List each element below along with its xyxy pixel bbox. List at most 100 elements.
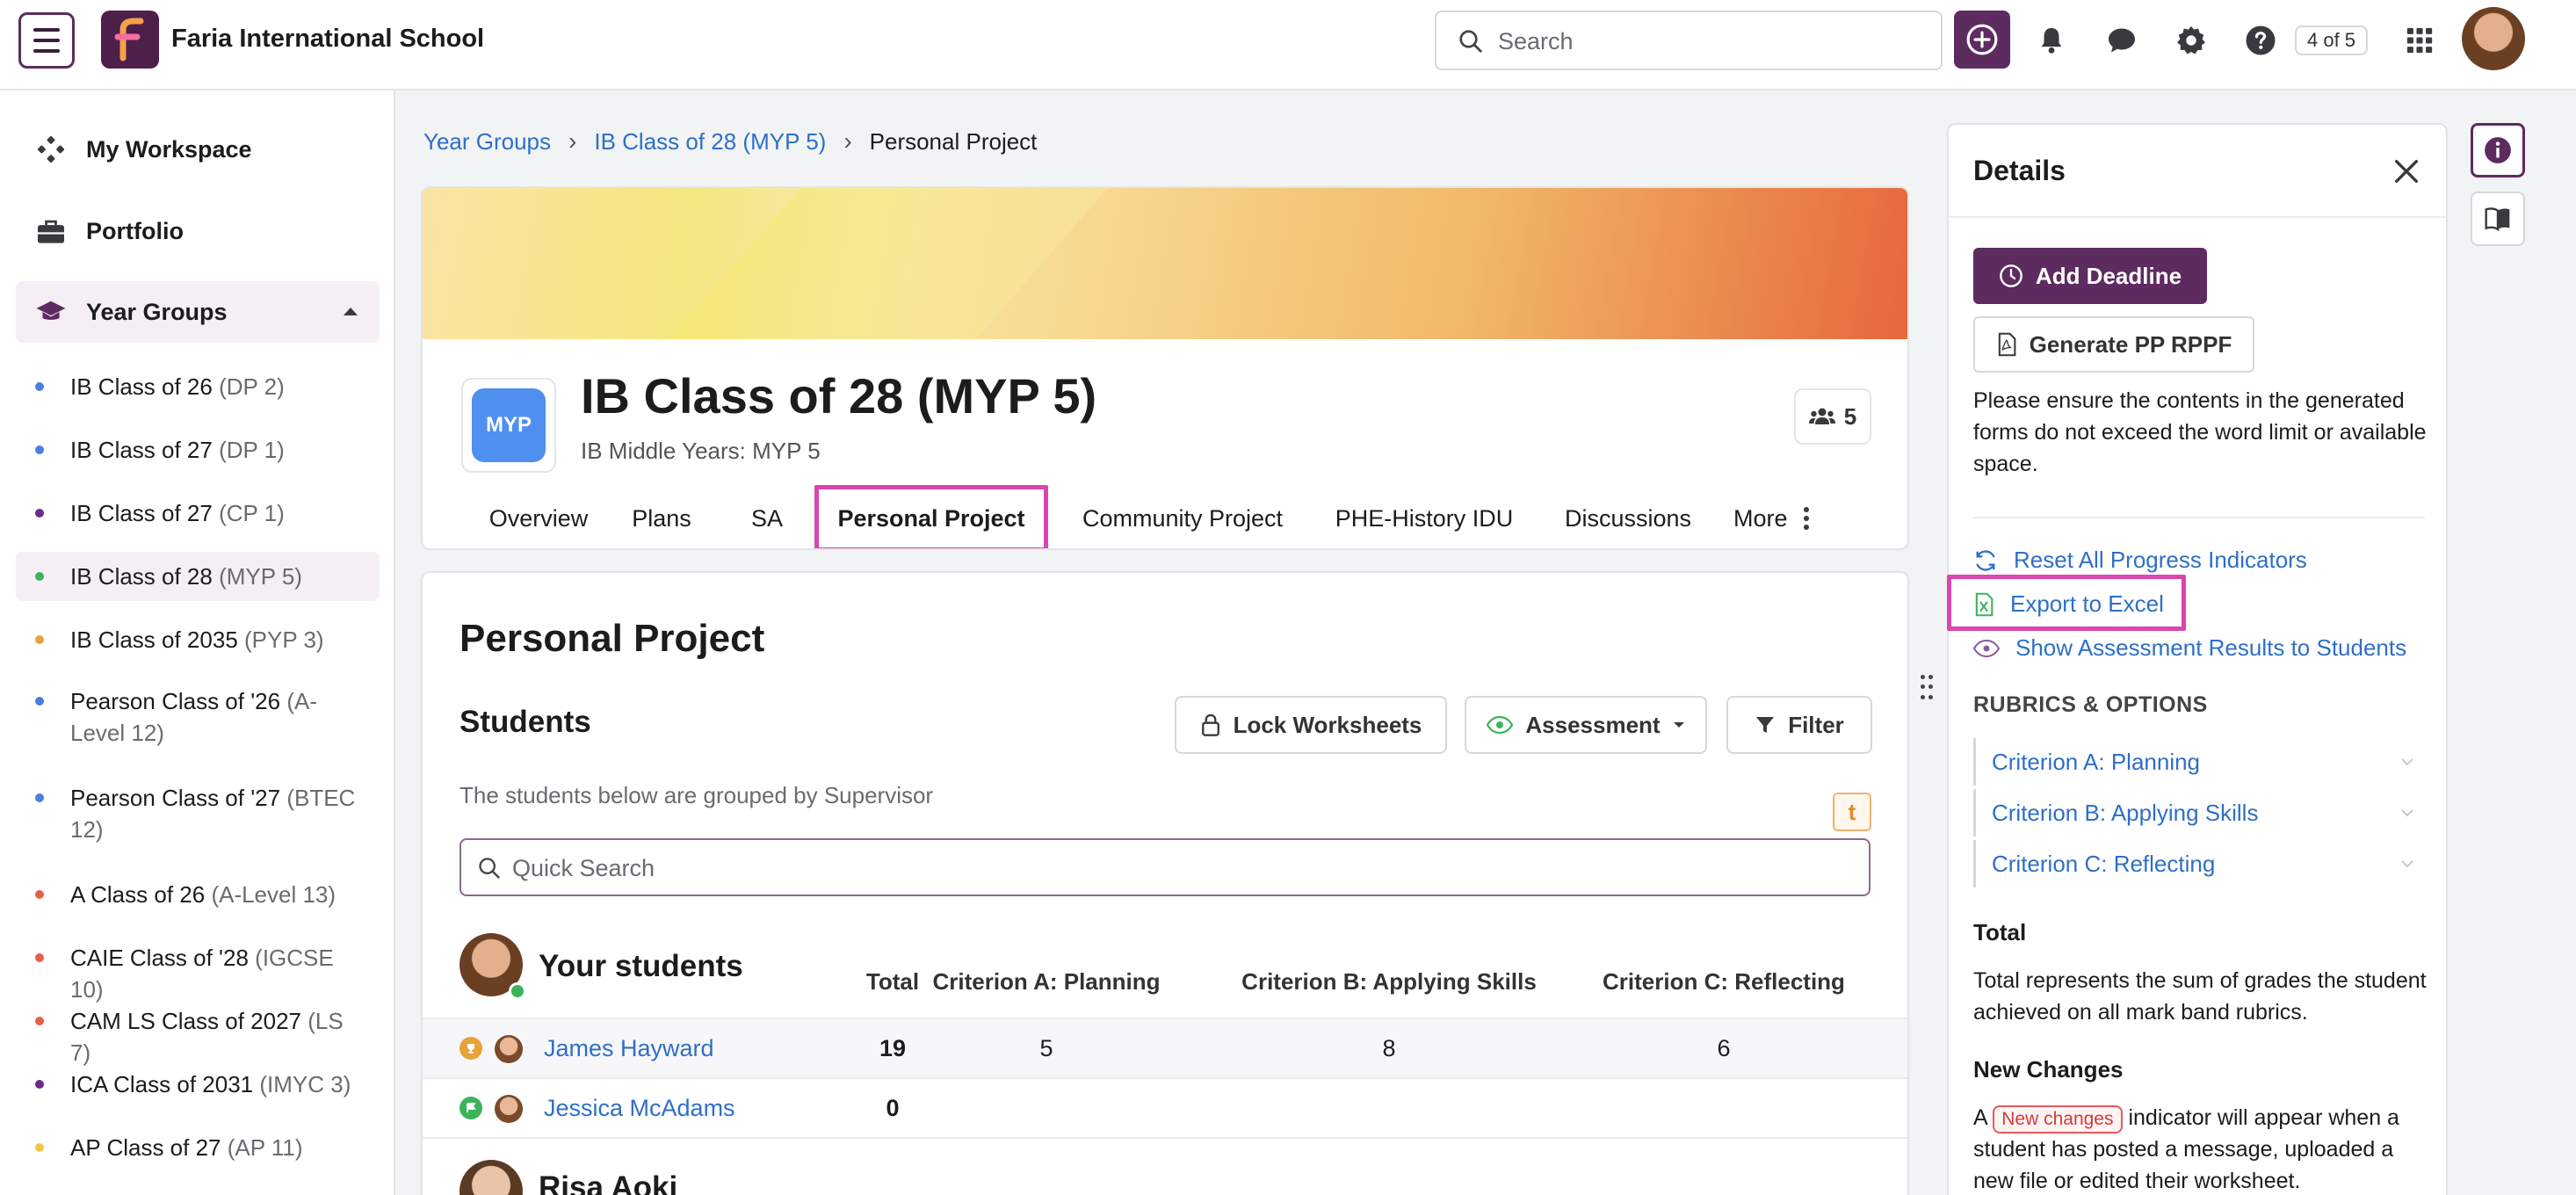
school-logo[interactable]: [101, 11, 159, 69]
student-avatar: [495, 1095, 523, 1123]
column-header-criterion-b[interactable]: Criterion B: Applying Skills: [1240, 968, 1538, 996]
breadcrumb-class[interactable]: IB Class of 28 (MYP 5): [594, 128, 826, 156]
settings-button[interactable]: [2174, 23, 2209, 58]
total-heading: Total: [1973, 919, 2027, 945]
quick-search[interactable]: [459, 838, 1870, 896]
lock-worksheets-button[interactable]: Lock Worksheets: [1175, 696, 1447, 754]
table-row[interactable]: James Hayward 19 5 8 6: [423, 1018, 1907, 1077]
criterion-c-item[interactable]: Criterion C: Reflecting: [1973, 840, 2425, 887]
column-header-criterion-c[interactable]: Criterion C: Reflecting: [1596, 968, 1851, 996]
generate-rppf-button[interactable]: Generate PP RPPF: [1973, 316, 2254, 373]
year-group-label: IB Class of 28 (MYP 5): [70, 563, 302, 590]
info-panel-button[interactable]: [2471, 123, 2525, 177]
total-cell: 19: [879, 1035, 907, 1061]
tab-discussions[interactable]: Discussions: [1556, 485, 1700, 548]
group-title: Your students: [539, 949, 743, 983]
help-circle-icon: [2246, 25, 2276, 55]
criterion-c-cell: 6: [1717, 1035, 1731, 1061]
table-row[interactable]: Jessica McAdams 0: [423, 1077, 1907, 1137]
sidebar-item-year-group[interactable]: Pearson Class of '27 (BTEC 12): [16, 773, 380, 852]
help-button[interactable]: [2243, 23, 2278, 58]
global-search[interactable]: [1435, 11, 1943, 70]
resize-handle[interactable]: [1921, 675, 1933, 701]
year-group-label: AP Class of 27 (AP 11): [70, 1134, 303, 1161]
sidebar-item-year-group[interactable]: AP Class of 27 (AP 11): [16, 1123, 380, 1172]
tab-phe-history-idu[interactable]: PHE-History IDU: [1328, 485, 1521, 548]
assessment-dropdown[interactable]: Assessment: [1465, 696, 1707, 754]
reset-progress-label: Reset All Progress Indicators: [2014, 547, 2307, 573]
sidebar-portfolio[interactable]: Portfolio: [16, 200, 380, 262]
grouped-note: The students below are grouped by Superv…: [459, 782, 934, 808]
show-results-link[interactable]: Show Assessment Results to Students: [1973, 634, 2406, 662]
members-button[interactable]: 5: [1794, 388, 1871, 445]
year-group-label: ICA Class of 2031 (IMYC 3): [70, 1071, 351, 1097]
quick-search-input[interactable]: [512, 852, 1830, 884]
sidebar-item-year-group[interactable]: IB Class of 28 (MYP 5): [16, 552, 380, 601]
student-name-link[interactable]: James Hayward: [544, 1035, 714, 1062]
search-icon: [1459, 30, 1482, 53]
tab-plans[interactable]: Plans: [626, 485, 697, 548]
top-bar: Faria International School 4 of 5: [0, 0, 2576, 91]
apps-button[interactable]: [2402, 23, 2437, 58]
status-dot: [35, 382, 44, 391]
criterion-a-item[interactable]: Criterion A: Planning: [1973, 738, 2425, 786]
reset-progress-link[interactable]: Reset All Progress Indicators: [1973, 547, 2307, 574]
column-header-criterion-a[interactable]: Criterion A: Planning: [932, 968, 1161, 996]
sidebar-item-year-group[interactable]: ICA Class of 2031 (IMYC 3): [16, 1060, 380, 1109]
toddle-t-icon[interactable]: t: [1833, 793, 1871, 831]
menu-button[interactable]: [18, 12, 75, 69]
book-icon: [2485, 207, 2510, 231]
users-icon: [1808, 408, 1835, 424]
tab-overview[interactable]: Overview: [484, 485, 593, 548]
status-dot: [35, 793, 44, 802]
sidebar-my-workspace[interactable]: My Workspace: [16, 119, 380, 180]
assessment-label: Assessment: [1525, 711, 1661, 738]
sidebar-item-year-group[interactable]: IB Class of 26 (DP 2): [16, 362, 380, 411]
student-name-link[interactable]: Jessica McAdams: [544, 1095, 735, 1122]
caret-down-icon: [1673, 722, 1684, 728]
add-button[interactable]: [1954, 11, 2010, 69]
show-results-label: Show Assessment Results to Students: [2015, 634, 2407, 661]
new-changes-description: A New changes indicator will appear when…: [1973, 1102, 2430, 1195]
close-icon[interactable]: [2391, 156, 2421, 186]
tab-sa[interactable]: SA: [748, 485, 786, 548]
guide-panel-button[interactable]: [2471, 192, 2525, 246]
bell-icon: [2041, 27, 2062, 54]
eye-icon: [1487, 716, 1514, 734]
tab-more-label: More: [1733, 504, 1788, 532]
sidebar-item-year-group[interactable]: A Class of 26 (A-Level 13): [16, 870, 380, 919]
sidebar-item-year-group[interactable]: IB Class of 27 (DP 1): [16, 425, 380, 474]
info-icon: [2485, 137, 2511, 163]
filter-button[interactable]: Filter: [1726, 696, 1872, 754]
year-group-label: IB Class of 27 (DP 1): [70, 437, 285, 463]
faria-logo-icon: [114, 18, 144, 62]
status-dot: [35, 445, 44, 454]
student-avatar: [495, 1035, 523, 1063]
tab-more[interactable]: More: [1733, 485, 1839, 548]
sidebar-my-workspace-label: My Workspace: [86, 135, 252, 163]
sidebar-year-groups[interactable]: Year Groups: [16, 281, 380, 343]
tab-community-project[interactable]: Community Project: [1071, 485, 1294, 548]
criterion-b-item[interactable]: Criterion B: Applying Skills: [1973, 789, 2425, 836]
messages-button[interactable]: [2104, 23, 2139, 58]
sidebar-item-year-group[interactable]: IB Class of 2035 (PYP 3): [16, 615, 380, 664]
nc-prefix: A: [1973, 1105, 1987, 1130]
sidebar-item-year-group[interactable]: CAM LS Class of 2027 (LS 7): [16, 996, 380, 1066]
year-group-label: Pearson Class of '27 (BTEC 12): [70, 785, 356, 843]
add-deadline-button[interactable]: Add Deadline: [1973, 248, 2207, 304]
breadcrumb-year-groups[interactable]: Year Groups: [423, 128, 551, 156]
search-input[interactable]: [1498, 25, 1920, 58]
notifications-button[interactable]: [2034, 23, 2069, 58]
sidebar-item-year-group[interactable]: CAIE Class of '28 (IGCSE 10): [16, 933, 380, 1003]
sidebar-item-year-group[interactable]: Pearson Class of '26 (A-Level 12): [16, 677, 380, 756]
tab-personal-project[interactable]: Personal Project: [814, 485, 1048, 548]
add-deadline-label: Add Deadline: [2035, 262, 2182, 289]
new-changes-badge: New changes: [1993, 1105, 2123, 1133]
caret-up-icon[interactable]: [343, 306, 358, 316]
page-counter[interactable]: 4 of 5: [2295, 25, 2369, 55]
user-avatar[interactable]: [2462, 7, 2525, 70]
column-header-total[interactable]: Total: [853, 968, 932, 996]
sidebar-portfolio-label: Portfolio: [86, 217, 184, 244]
workspace-icon: [37, 135, 65, 163]
sidebar-item-year-group[interactable]: IB Class of 27 (CP 1): [16, 489, 380, 538]
